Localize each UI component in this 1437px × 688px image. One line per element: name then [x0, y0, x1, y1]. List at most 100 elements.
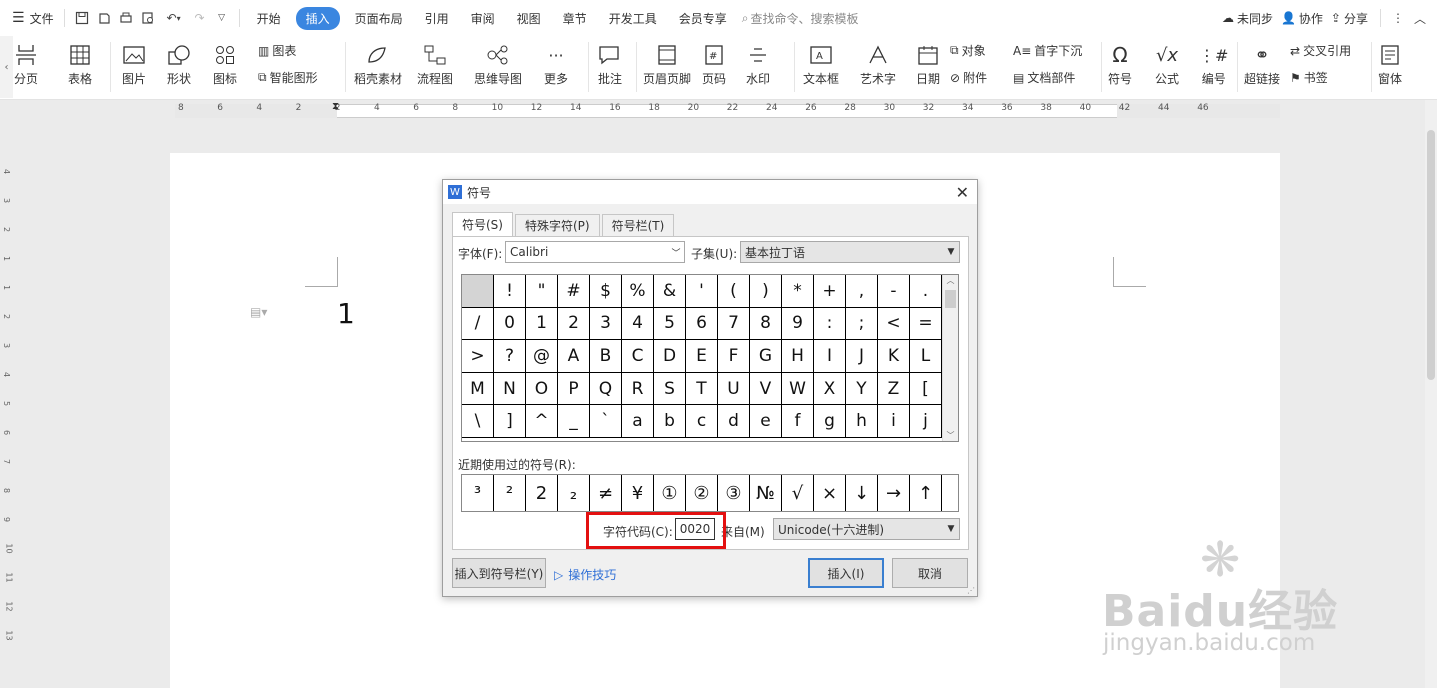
symbol-cell[interactable]: h — [846, 405, 878, 438]
symbol-cell[interactable]: 2 — [558, 307, 590, 341]
symbol-cell[interactable]: ) — [750, 275, 782, 308]
symbol-cell[interactable]: ` — [590, 405, 622, 438]
close-icon[interactable]: ✕ — [956, 183, 969, 202]
symbol-cell[interactable]: # — [558, 275, 590, 308]
symbol-cell[interactable]: T — [686, 372, 718, 406]
recent-symbol-cell[interactable]: ③ — [718, 475, 750, 511]
tips-link[interactable]: ▷ 操作技巧 — [554, 566, 616, 583]
symbol-cell[interactable]: 3 — [590, 307, 622, 341]
picture-button[interactable]: 图片 — [122, 40, 146, 87]
symbol-cell[interactable]: ? — [494, 340, 526, 373]
recent-symbol-cell[interactable]: ¥ — [622, 475, 654, 511]
symbol-cell[interactable]: & — [654, 275, 686, 308]
insert-to-bar-button[interactable]: 插入到符号栏(Y) — [452, 558, 546, 588]
symbol-cell[interactable]: % — [622, 275, 654, 308]
symbol-cell[interactable]: 0 — [494, 307, 526, 341]
tab-member[interactable]: 会员专享 — [668, 10, 738, 27]
symbol-cell[interactable]: 7 — [718, 307, 750, 341]
recent-symbol-cell[interactable]: ³ — [462, 475, 494, 511]
symbol-cell[interactable]: Y — [846, 372, 878, 406]
symbol-cell[interactable]: D — [654, 340, 686, 373]
symbol-cell[interactable]: + — [814, 275, 846, 308]
formula-button[interactable]: √x 公式 — [1155, 40, 1179, 87]
symbol-cell[interactable]: " — [526, 275, 558, 308]
symbol-cell[interactable]: b — [654, 405, 686, 438]
symbol-cell[interactable]: 9 — [782, 307, 814, 341]
symbol-button[interactable]: Ω 符号 — [1108, 40, 1132, 87]
symbol-cell[interactable]: V — [750, 372, 782, 406]
dialog-titlebar[interactable]: W 符号 ✕ — [443, 180, 977, 204]
symbol-cell[interactable]: i — [878, 405, 910, 438]
symbol-cell[interactable]: K — [878, 340, 910, 373]
numbering-button[interactable]: ⋮# 编号 — [1199, 40, 1228, 87]
symbol-cell[interactable]: C — [622, 340, 654, 373]
flowchart-button[interactable]: 流程图 — [417, 40, 453, 87]
material-button[interactable]: 稻壳素材 — [354, 40, 402, 87]
symbol-cell[interactable]: I — [814, 340, 846, 373]
symbol-grid-scrollbar[interactable]: ︿ ﹀ — [942, 275, 958, 441]
from-select[interactable]: Unicode(十六进制) ▼ — [773, 518, 960, 540]
symbol-grid[interactable]: ! " # $% & '() * +, -. /0 1 2 3 4 5 6 7 8 9:; < = >? @ A B C D E F G H… — [461, 274, 959, 442]
table-button[interactable]: 表格 — [68, 40, 92, 87]
symbol-cell[interactable]: \ — [462, 405, 494, 438]
paragraph-menu-icon[interactable]: ▤▾ — [250, 305, 267, 319]
symbol-cell[interactable]: J — [846, 340, 878, 373]
recent-symbol-cell[interactable]: √ — [782, 475, 814, 511]
symbol-cell[interactable]: G — [750, 340, 782, 373]
vertical-ruler[interactable]: 4 3 2 1 1 2 3 4 5 6 7 8 9 10 11 12 13 — [0, 122, 16, 688]
print-preview-icon[interactable] — [137, 7, 159, 29]
undo-icon[interactable]: ↶ ▾ — [159, 7, 189, 29]
symbol-cell[interactable]: d — [718, 405, 750, 438]
recent-symbol-cell[interactable]: № — [750, 475, 782, 511]
symbol-cell[interactable]: 5 — [654, 307, 686, 341]
recent-symbol-cell[interactable]: ↓ — [846, 475, 878, 511]
pagebreak-button[interactable]: 分页 — [14, 40, 38, 87]
cancel-button[interactable]: 取消 — [892, 558, 968, 588]
subset-select[interactable]: 基本拉丁语 ▼ — [740, 241, 960, 263]
symbol-cell[interactable]: P — [558, 372, 590, 406]
symbol-cell[interactable]: H — [782, 340, 814, 373]
tab-home[interactable]: 开始 — [246, 10, 292, 27]
symbol-cell[interactable]: f — [782, 405, 814, 438]
tab-page-layout[interactable]: 页面布局 — [344, 10, 414, 27]
tab-special-chars[interactable]: 特殊字符(P) — [514, 214, 600, 236]
tab-view[interactable]: 视图 — [506, 10, 552, 27]
crossref-button[interactable]: ⇄ 交叉引用 — [1290, 42, 1351, 59]
more-button[interactable]: ··· 更多 — [544, 40, 568, 87]
symbol-cell[interactable]: S — [654, 372, 686, 406]
symbol-cell[interactable]: ! — [494, 275, 526, 308]
symbol-cell[interactable]: L — [910, 340, 942, 373]
bookmark-button[interactable]: ⚑ 书签 — [1290, 69, 1328, 86]
tab-symbols[interactable]: 符号(S) — [452, 212, 513, 236]
attachment-button[interactable]: ⊘ 附件 — [950, 69, 987, 86]
mindmap-button[interactable]: 思维导图 — [474, 40, 522, 87]
recent-symbol-cell[interactable]: 2 — [526, 475, 558, 511]
symbol-cell[interactable]: Q — [590, 372, 622, 406]
symbol-cell[interactable]: c — [686, 405, 718, 438]
customize-chevron-icon[interactable]: ▽ — [211, 7, 233, 29]
date-button[interactable]: 日期 — [916, 40, 940, 87]
recent-symbol-cell[interactable]: ① — [654, 475, 686, 511]
indent-marker-icon[interactable]: ⧗ — [332, 101, 339, 112]
symbol-cell[interactable]: 6 — [686, 307, 718, 341]
share-button[interactable]: 分享 — [1344, 10, 1374, 27]
vertical-scrollbar[interactable] — [1425, 100, 1437, 688]
symbol-cell[interactable]: B — [590, 340, 622, 373]
symbol-cell[interactable]: $ — [590, 275, 622, 308]
recent-symbol-cell[interactable]: × — [814, 475, 846, 511]
recent-symbol-cell[interactable]: ② — [686, 475, 718, 511]
wordart-button[interactable]: 艺术字 — [860, 40, 896, 87]
symbol-cell[interactable]: g — [814, 405, 846, 438]
page-number-button[interactable]: # 页码 — [702, 40, 726, 87]
insert-button[interactable]: 插入(I) — [808, 558, 884, 588]
file-menu[interactable]: ☰ 文件 — [12, 0, 54, 36]
symbol-cell[interactable]: 8 — [750, 307, 782, 341]
recent-symbol-cell[interactable]: ≠ — [590, 475, 622, 511]
symbol-cell[interactable]: 1 — [526, 307, 558, 341]
symbol-cell[interactable]: 4 — [622, 307, 654, 341]
hyperlink-button[interactable]: ⚭ 超链接 — [1244, 40, 1280, 87]
symbol-cell[interactable]: . — [910, 275, 942, 308]
symbol-cell[interactable]: j — [910, 405, 942, 438]
window-form-button[interactable]: 窗体 — [1378, 40, 1402, 87]
collab-button[interactable]: 协作 — [1299, 10, 1331, 27]
